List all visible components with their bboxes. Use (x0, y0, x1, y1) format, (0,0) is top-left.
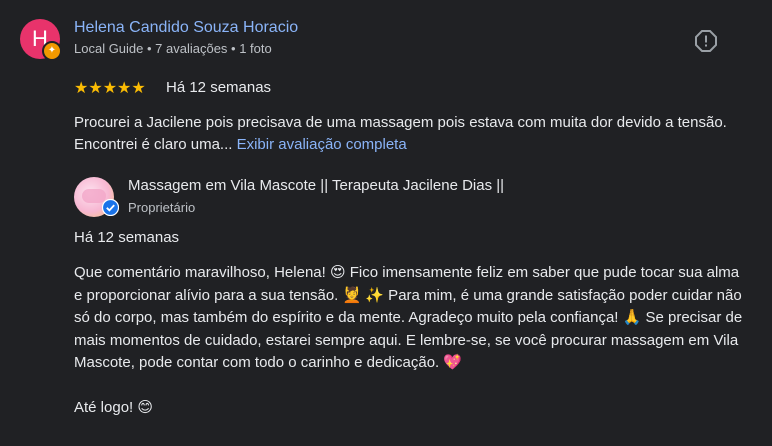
review-text: Procurei a Jacilene pois precisava de um… (74, 112, 744, 156)
verified-check-icon (102, 199, 119, 216)
report-icon-glyph (695, 30, 717, 52)
owner-role: Proprietário (128, 200, 196, 215)
review-date: Há 12 semanas (166, 79, 272, 96)
reviewer-meta: Local Guide • 7 avaliações • 1 foto (74, 41, 272, 56)
report-icon[interactable] (695, 30, 717, 52)
local-guide-badge-icon: ✦ (42, 41, 62, 61)
reply-text: Que comentário maravilhoso, Helena! 😍 Fi… (74, 262, 744, 419)
reply-body: Que comentário maravilhoso, Helena! 😍 Fi… (74, 264, 743, 371)
show-full-review-link[interactable]: Exibir avaliação completa (237, 136, 407, 153)
reply-date: Há 12 semanas (74, 229, 180, 246)
reply-signoff: Até logo! 😊 (74, 398, 154, 416)
owner-name: Massagem em Vila Mascote || Terapeuta Ja… (128, 177, 505, 194)
star-rating: ★★★★★ (74, 80, 146, 97)
reviewer-name[interactable]: Helena Candido Souza Horacio (74, 19, 298, 37)
